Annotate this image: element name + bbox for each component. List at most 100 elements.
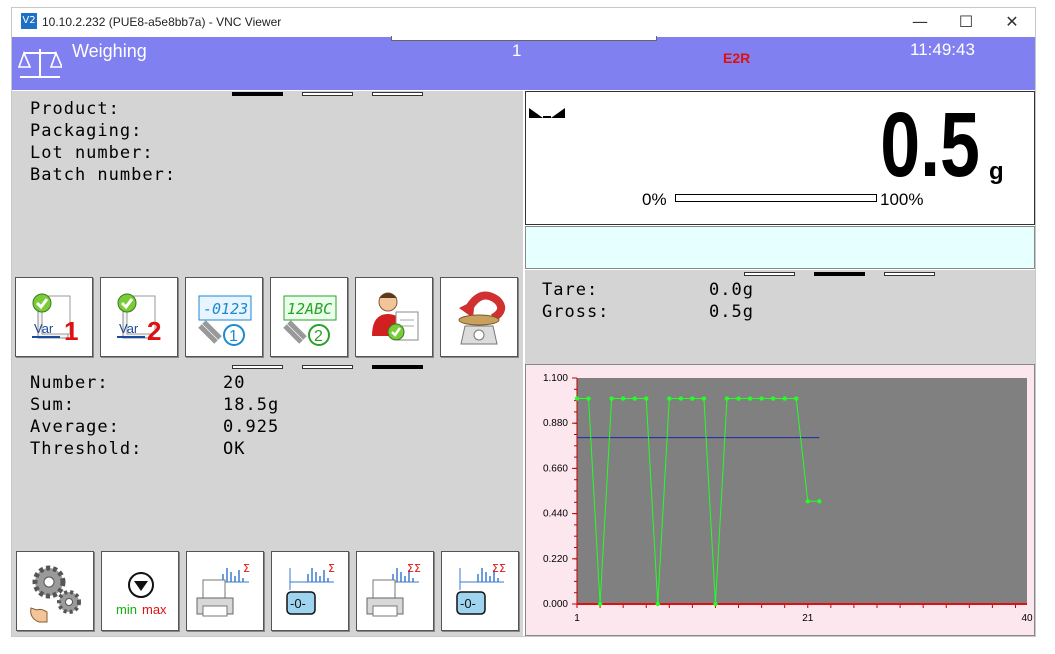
- stats-page-indicator-3[interactable]: [372, 365, 423, 369]
- alpha-code-text: 12ABC: [287, 300, 332, 318]
- data-point: [782, 396, 787, 401]
- y-tick-label: 0.880: [543, 418, 568, 429]
- return-scale-icon: [458, 291, 506, 345]
- data-point: [597, 601, 603, 607]
- gross-label: Gross:: [542, 302, 610, 322]
- measurement-chart: 1.100 0.880 0.660 0.440 0.220 0.000 1 21 40: [525, 364, 1035, 636]
- settings-button[interactable]: [16, 551, 94, 631]
- data-point: [805, 499, 810, 504]
- window-title: 10.10.2.232 (PUE8-a5e8bb7a) - VNC Viewer: [42, 15, 282, 29]
- gears-icon: [30, 565, 81, 623]
- zero-total-sum-icon: ΣΣ -0-: [456, 562, 506, 615]
- var-1-button[interactable]: Var 1: [15, 277, 93, 357]
- scale-logo-icon: [18, 49, 62, 78]
- data-point: [609, 396, 614, 401]
- sigma-label: Σ: [243, 562, 250, 575]
- minimize-button[interactable]: —: [897, 10, 943, 34]
- svg-text:Var: Var: [119, 321, 139, 336]
- page-title: Weighing: [72, 41, 147, 61]
- x-tick-label: 21: [802, 613, 814, 624]
- stability-icon: [529, 108, 565, 118]
- return-scale-button[interactable]: [440, 277, 518, 357]
- packaging-label: Packaging:: [30, 121, 143, 141]
- var-2-button[interactable]: Var 2: [100, 277, 178, 357]
- zero-sum-icon: Σ -0-: [286, 562, 335, 615]
- y-tick-label: 0.000: [543, 599, 568, 610]
- y-tick-label: 0.220: [543, 554, 568, 565]
- data-point: [759, 396, 764, 401]
- data-point: [620, 396, 626, 401]
- data-point: [817, 499, 822, 504]
- data-point: [667, 396, 672, 401]
- product-label: Product:: [30, 99, 120, 119]
- print-total-sum-icon: ΣΣ: [366, 562, 421, 617]
- mode-indicator: E2R: [723, 50, 751, 66]
- page-indicator-1[interactable]: [232, 92, 283, 96]
- zero-label: -0-: [460, 596, 476, 611]
- var-1-icon: Var 1: [32, 293, 78, 346]
- threshold-label: Threshold:: [30, 439, 143, 459]
- info-bar: [525, 226, 1035, 269]
- min-max-button[interactable]: min max: [101, 551, 179, 631]
- print-sum-icon: Σ: [196, 562, 250, 617]
- data-point: [724, 396, 730, 401]
- zero-sum-button[interactable]: Σ -0-: [271, 551, 349, 631]
- data-point: [701, 396, 707, 401]
- data-point: [713, 601, 718, 607]
- top-pull-tab[interactable]: [391, 36, 657, 41]
- data-point: [632, 396, 637, 401]
- x-tick-label: 40: [1021, 613, 1033, 624]
- y-tick-label: 0.440: [543, 509, 568, 520]
- platform-number: 1: [512, 41, 522, 60]
- stats-page-indicator-1[interactable]: [232, 365, 283, 369]
- y-tick-label: 1.100: [543, 373, 568, 384]
- operator-button[interactable]: [355, 277, 433, 357]
- alphanumeric-code-icon: 12ABC 2: [283, 295, 337, 346]
- weight-unit: g: [989, 158, 1004, 185]
- numeric-code-1-button[interactable]: -0123 1: [185, 277, 263, 357]
- tare-page-indicator-1[interactable]: [744, 272, 795, 276]
- data-point: [678, 396, 684, 401]
- print-sum-button[interactable]: Σ: [186, 551, 264, 631]
- min-label: min: [116, 602, 137, 617]
- close-button[interactable]: ✕: [989, 10, 1035, 34]
- sum-value: 18.5g: [223, 395, 280, 415]
- print-total-sum-button[interactable]: ΣΣ: [356, 551, 434, 631]
- x-tick-label: 1: [574, 613, 580, 624]
- numeric-code-text: -0123: [203, 300, 248, 318]
- page-indicator-3[interactable]: [372, 92, 423, 96]
- product-panel: Product: Packaging: Lot number: Batch nu…: [12, 91, 523, 274]
- data-point: [574, 396, 580, 401]
- threshold-value: OK: [223, 439, 246, 459]
- vnc-logo-icon: V2: [21, 13, 37, 29]
- operator-icon: [372, 292, 419, 341]
- stats-page-indicator-2[interactable]: [302, 365, 353, 369]
- tare-page-indicator-3[interactable]: [884, 272, 935, 276]
- data-point: [770, 396, 776, 401]
- numeric-code-icon: -0123 1: [198, 295, 252, 346]
- clock: 11:49:43: [910, 40, 975, 59]
- zero-label: -0-: [290, 596, 306, 611]
- load-bar: [675, 194, 877, 202]
- var-2-icon: Var 2: [117, 293, 161, 346]
- number-label: Number:: [30, 373, 109, 393]
- zero-total-sum-button[interactable]: ΣΣ -0-: [441, 551, 519, 631]
- double-sigma-label: ΣΣ: [407, 562, 421, 575]
- plot-area: [577, 378, 1027, 604]
- alpha-code-badge: 2: [314, 328, 323, 345]
- data-point: [747, 396, 753, 401]
- data-point: [655, 601, 660, 607]
- page-indicator-2[interactable]: [302, 92, 353, 96]
- numeric-code-badge: 1: [229, 328, 238, 345]
- alpha-code-2-button[interactable]: 12ABC 2: [270, 277, 348, 357]
- header-bar: Weighing 1 E2R 11:49:43: [12, 37, 1035, 90]
- data-point: [586, 396, 591, 401]
- bar-min-label: 0%: [642, 190, 667, 209]
- sum-label: Sum:: [30, 395, 75, 415]
- data-point: [736, 396, 741, 401]
- tare-page-indicator-2[interactable]: [814, 272, 865, 276]
- sigma-label: Σ: [328, 562, 335, 575]
- maximize-button[interactable]: ☐: [943, 10, 989, 34]
- weight-display: 0.5 g 0% 100%: [525, 91, 1035, 225]
- weight-value: 0.5: [880, 94, 980, 196]
